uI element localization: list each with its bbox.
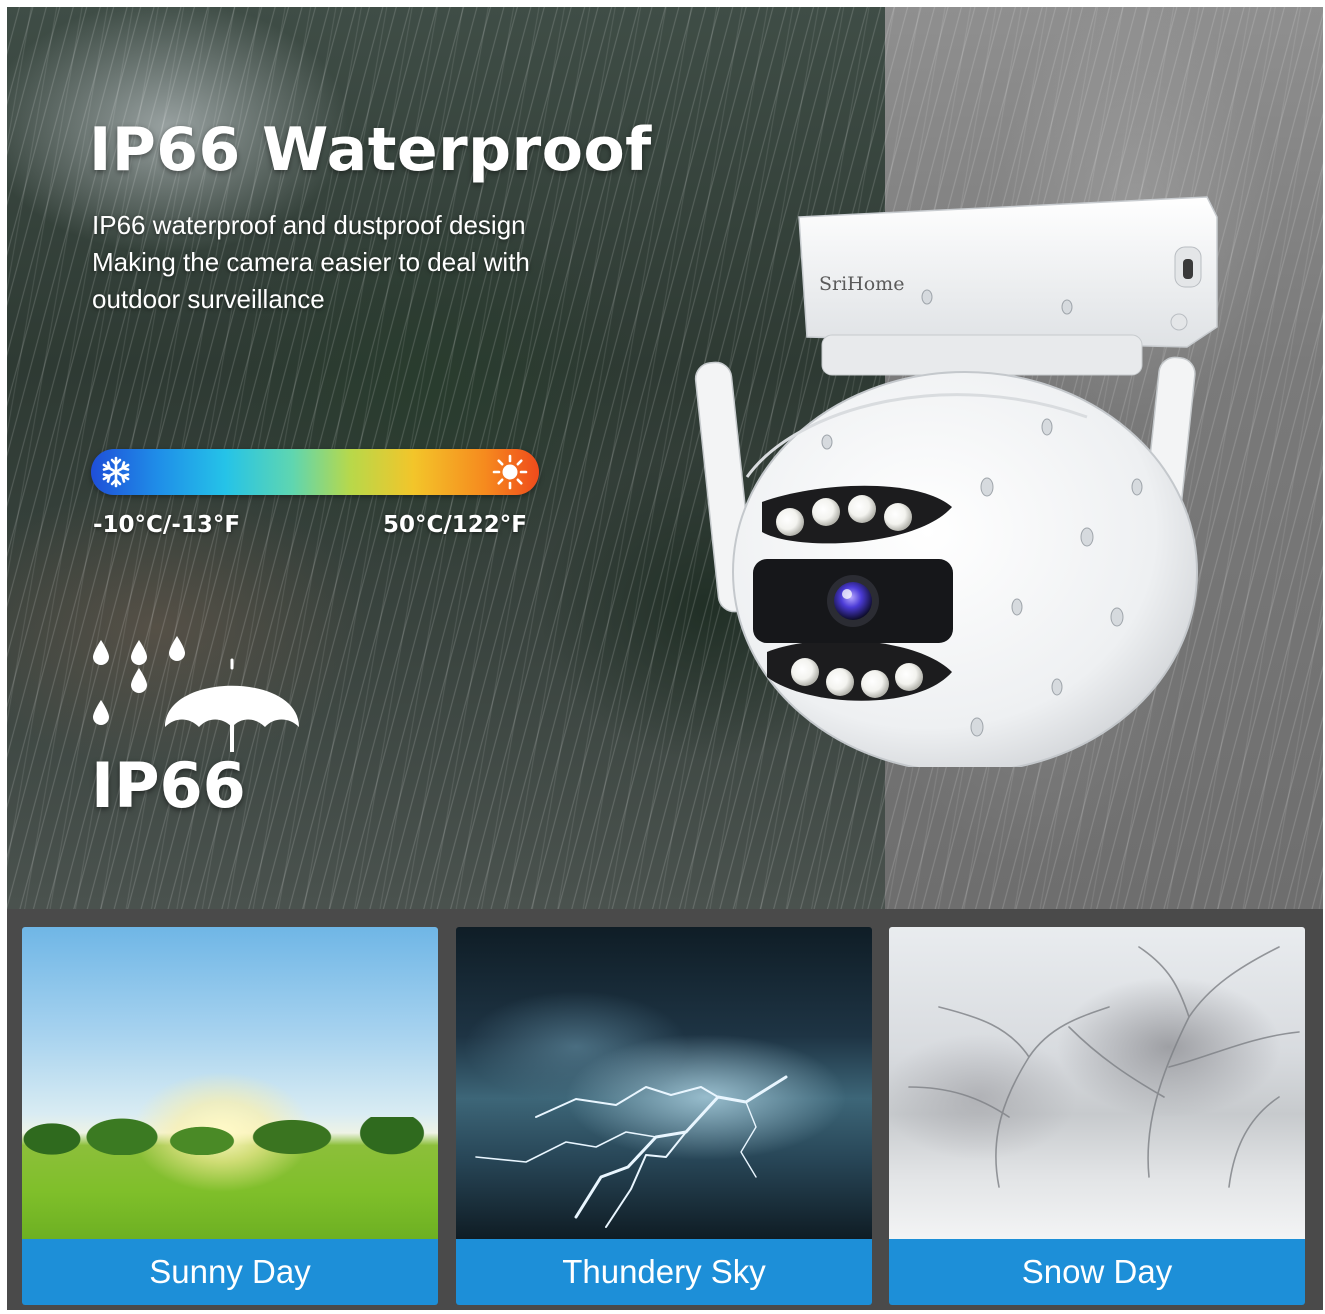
condition-label: Sunny Day bbox=[22, 1239, 438, 1305]
hero-title: IP66 Waterproof bbox=[89, 115, 652, 185]
description-line: outdoor surveillance bbox=[92, 284, 325, 314]
condition-label: Thundery Sky bbox=[456, 1239, 872, 1305]
tree-line bbox=[22, 1117, 438, 1155]
snowy-branches bbox=[908, 946, 1300, 1188]
lightning-storm-image bbox=[456, 927, 872, 1239]
description-line: Making the camera easier to deal with bbox=[92, 247, 530, 277]
max-temperature-label: 50°C/122°F bbox=[383, 512, 528, 538]
description-line: IP66 waterproof and dustproof design bbox=[92, 210, 526, 240]
hero-section: IP66 Waterproof IP66 waterproof and dust… bbox=[7, 7, 1323, 909]
condition-card-thunder: Thundery Sky bbox=[456, 927, 872, 1305]
condition-label: Snow Day bbox=[889, 1239, 1305, 1305]
snowflake-icon bbox=[97, 453, 135, 491]
rain-umbrella-icon bbox=[93, 636, 299, 752]
product-banner: IP66 Waterproof IP66 waterproof and dust… bbox=[7, 7, 1323, 1310]
ip-rating-label: IP66 bbox=[91, 749, 246, 822]
min-temperature-label: -10°C/-13°F bbox=[93, 512, 241, 538]
camera-brand-logo: SriHome bbox=[819, 273, 905, 295]
sunny-field-image bbox=[22, 927, 438, 1239]
condition-card-snow: Snow Day bbox=[889, 927, 1305, 1305]
hero-description: IP66 waterproof and dustproof design Mak… bbox=[92, 207, 632, 318]
sun-icon bbox=[491, 453, 529, 491]
temperature-range-bar bbox=[91, 449, 539, 495]
weather-conditions: Sunny Day Thundery Sky Snow Day bbox=[7, 909, 1323, 1310]
lightning-bolt-icon bbox=[475, 1075, 788, 1228]
condition-card-sunny: Sunny Day bbox=[22, 927, 438, 1305]
security-camera-image bbox=[694, 196, 1218, 767]
snowy-trees-image bbox=[889, 927, 1305, 1239]
